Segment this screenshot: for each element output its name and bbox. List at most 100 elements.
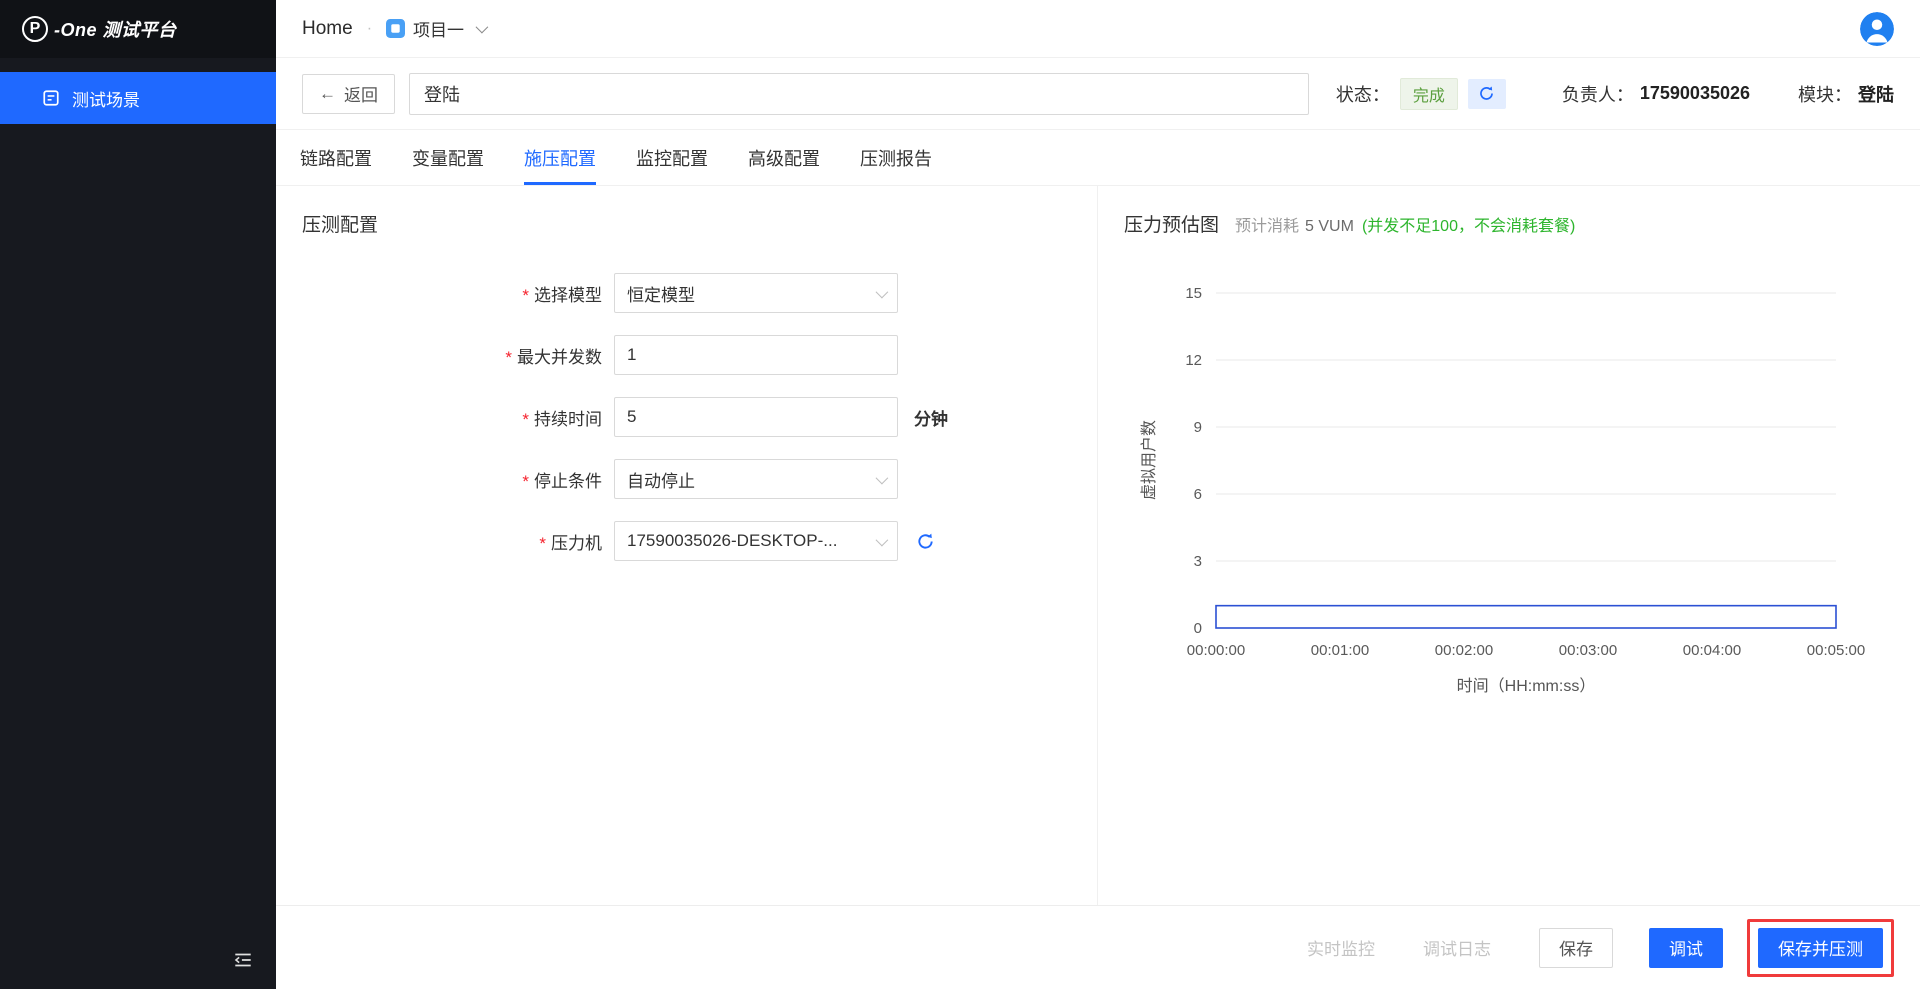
refresh-icon: [916, 532, 935, 551]
svg-text:6: 6: [1194, 486, 1202, 503]
user-icon: [1860, 12, 1894, 46]
project-icon: [386, 19, 405, 38]
svg-text:3: 3: [1194, 553, 1202, 570]
breadcrumb-home[interactable]: Home: [302, 18, 353, 40]
form-row-duration: 持续时间 分钟: [302, 397, 1071, 437]
pressure-config-panel: 压测配置 选择模型 恒定模型 最大并发数 持续时间: [276, 186, 1098, 905]
estimate-value: 5 VUM: [1305, 218, 1354, 236]
menu-fold-icon: [232, 949, 254, 971]
status-label: 状态：: [1336, 81, 1390, 107]
svg-text:00:00:00: 00:00:00: [1187, 642, 1245, 659]
debug-log-button[interactable]: 调试日志: [1423, 935, 1491, 960]
chevron-down-icon: [876, 285, 889, 298]
chart-x-axis-title: 时间（HH:mm:ss）: [1457, 677, 1596, 695]
back-arrow-icon: ←: [319, 84, 336, 104]
form-row-load-machine: 压力机 17590035026-DESKTOP-...: [302, 521, 1071, 561]
realtime-monitor-button[interactable]: 实时监控: [1307, 935, 1375, 960]
tab-pressure-config[interactable]: 施压配置: [524, 130, 596, 185]
project-name: 项目一: [413, 16, 464, 41]
stop-condition-value: 自动停止: [627, 467, 695, 492]
logo-text: -One 测试平台: [54, 16, 177, 42]
app-window: P -One 测试平台 测试场景 Ho: [0, 0, 1920, 989]
app-logo: P -One 测试平台: [0, 0, 276, 58]
status-refresh-button[interactable]: [1468, 79, 1506, 109]
form-row-model: 选择模型 恒定模型: [302, 273, 1071, 313]
model-select-value: 恒定模型: [627, 281, 695, 306]
sidebar-item-label: 测试场景: [72, 86, 140, 111]
scene-toolbar: ← 返回 状态： 完成 负责人： 17590035026 模块： 登陆: [276, 58, 1920, 130]
project-selector[interactable]: 项目一: [386, 16, 485, 41]
annotation-box: 保存并压测: [1747, 919, 1894, 977]
stop-condition-select[interactable]: 自动停止: [614, 459, 898, 499]
save-and-run-button[interactable]: 保存并压测: [1758, 928, 1883, 968]
topbar-right: [1860, 12, 1894, 46]
svg-text:15: 15: [1185, 285, 1202, 302]
model-label: 选择模型: [302, 281, 602, 306]
main-area: Home · 项目一: [276, 0, 1920, 989]
pressure-config-form: 选择模型 恒定模型 最大并发数 持续时间 分钟: [302, 273, 1071, 561]
pressure-estimate-chart: 0 3 6 9 12 15 00:00:00 00:01:00 00:02:00 00:03:0…: [1124, 263, 1904, 705]
load-machine-refresh-button[interactable]: [916, 532, 935, 551]
refresh-icon: [1478, 85, 1495, 102]
debug-button[interactable]: 调试: [1649, 928, 1723, 968]
topbar: Home · 项目一: [276, 0, 1920, 58]
status-badge: 完成: [1400, 78, 1458, 110]
max-concurrency-label: 最大并发数: [302, 343, 602, 368]
tab-variable-config[interactable]: 变量配置: [412, 130, 484, 185]
owner-label: 负责人：: [1562, 81, 1634, 107]
config-tabs: 链路配置 变量配置 施压配置 监控配置 高级配置 压测报告: [276, 130, 1920, 186]
svg-text:00:01:00: 00:01:00: [1311, 642, 1369, 659]
estimate-note: (并发不足100，不会消耗套餐): [1362, 212, 1575, 236]
chevron-down-icon: [876, 471, 889, 484]
max-concurrency-input[interactable]: [614, 335, 898, 375]
back-button[interactable]: ← 返回: [302, 74, 395, 114]
user-avatar[interactable]: [1860, 12, 1894, 46]
tab-link-config[interactable]: 链路配置: [300, 130, 372, 185]
load-machine-value: 17590035026-DESKTOP-...: [627, 531, 837, 551]
svg-text:0: 0: [1194, 620, 1202, 637]
scene-name-input[interactable]: [409, 73, 1309, 115]
footer-actions: 实时监控 调试日志 保存 调试 保存并压测: [276, 905, 1920, 989]
svg-text:00:03:00: 00:03:00: [1559, 642, 1617, 659]
model-select[interactable]: 恒定模型: [614, 273, 898, 313]
tab-advanced-config[interactable]: 高级配置: [748, 130, 820, 185]
svg-text:00:05:00: 00:05:00: [1807, 642, 1865, 659]
form-row-max-concurrency: 最大并发数: [302, 335, 1071, 375]
chart-y-axis-title: 虚拟用户数: [1140, 420, 1158, 500]
svg-text:00:04:00: 00:04:00: [1683, 642, 1741, 659]
scenario-icon: [42, 89, 60, 107]
chart-header: 压力预估图 预计消耗 5 VUM (并发不足100，不会消耗套餐): [1124, 210, 1894, 237]
panel-title: 压测配置: [302, 210, 1071, 237]
load-machine-select[interactable]: 17590035026-DESKTOP-...: [614, 521, 898, 561]
estimate-label: 预计消耗: [1235, 212, 1299, 236]
content: 压测配置 选择模型 恒定模型 最大并发数 持续时间: [276, 186, 1920, 905]
sidebar-item-test-scenario[interactable]: 测试场景: [0, 72, 276, 124]
owner-value: 17590035026: [1640, 83, 1750, 104]
back-button-label: 返回: [344, 81, 378, 106]
module-value: 登陆: [1858, 81, 1894, 107]
duration-input[interactable]: [614, 397, 898, 437]
chart-x-labels: 00:00:00 00:01:00 00:02:00 00:03:00 00:04:00…: [1187, 642, 1865, 659]
pressure-estimate-panel: 压力预估图 预计消耗 5 VUM (并发不足100，不会消耗套餐) 0 3 6 9 12…: [1098, 186, 1920, 905]
logo-icon: P: [22, 16, 48, 42]
sidebar: P -One 测试平台 测试场景: [0, 0, 276, 989]
svg-text:00:02:00: 00:02:00: [1435, 642, 1493, 659]
chart-series-constant-load: [1216, 606, 1836, 628]
duration-unit-label: 分钟: [914, 405, 948, 430]
save-button[interactable]: 保存: [1539, 928, 1613, 968]
duration-label: 持续时间: [302, 405, 602, 430]
form-row-stop-condition: 停止条件 自动停止: [302, 459, 1071, 499]
sidebar-menu: 测试场景: [0, 72, 276, 124]
chart-title: 压力预估图: [1124, 210, 1219, 237]
chevron-down-icon: [876, 533, 889, 546]
module-label: 模块：: [1798, 81, 1852, 107]
breadcrumb-separator: ·: [367, 20, 372, 38]
svg-text:9: 9: [1194, 419, 1202, 436]
chevron-down-icon: [476, 21, 489, 34]
svg-text:12: 12: [1185, 352, 1202, 369]
tab-monitor-config[interactable]: 监控配置: [636, 130, 708, 185]
stop-condition-label: 停止条件: [302, 467, 602, 492]
chart-gridlines: [1216, 293, 1836, 561]
tab-test-report[interactable]: 压测报告: [860, 130, 932, 185]
sidebar-collapse-button[interactable]: [228, 945, 258, 975]
